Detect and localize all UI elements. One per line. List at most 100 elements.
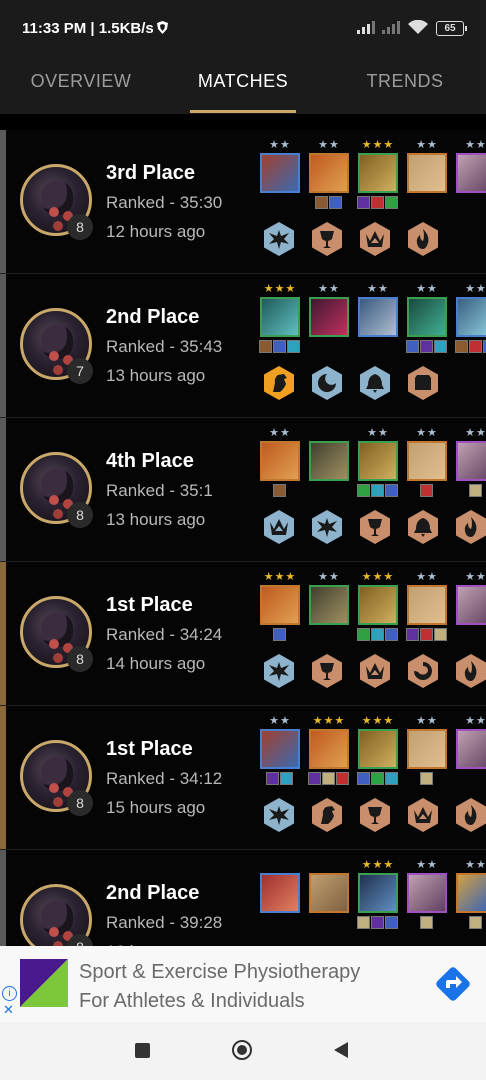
match-row[interactable]: 82nd PlaceRanked - 39:2816 hours ago★★★★… (0, 850, 486, 946)
champion-portrait[interactable] (309, 441, 349, 481)
champion-portrait[interactable] (407, 585, 447, 625)
chalice-trait-icon[interactable] (310, 222, 344, 256)
champion-portrait[interactable] (407, 153, 447, 193)
horse-trait-icon[interactable] (262, 366, 296, 400)
item-icon (385, 916, 398, 929)
unit-star-level: ★★ (416, 859, 438, 871)
match-row[interactable]: 8 3rd Place Ranked - 35:30 12 hours ago ★★ ★★… (0, 130, 486, 274)
status-bar: 11:33 PM | 1.5KB/s 65 (0, 0, 486, 48)
ad-close-icon[interactable]: ✕ (3, 1002, 14, 1018)
ad-banner[interactable]: i ✕ Sport & Exercise Physiotherapy For A… (0, 946, 486, 1022)
champion-portrait[interactable] (260, 873, 300, 913)
unit-star-level: ★★★ (361, 715, 395, 727)
horse-trait-icon[interactable] (310, 798, 344, 832)
champion-portrait[interactable] (456, 441, 486, 481)
crown-trait-icon[interactable] (358, 222, 392, 256)
wing-trait-icon[interactable] (262, 654, 296, 688)
champion-portrait[interactable] (358, 297, 398, 337)
item-icon (273, 484, 286, 497)
flame-trait-icon[interactable] (454, 510, 486, 544)
item-icon (357, 916, 370, 929)
champion-portrait[interactable] (358, 585, 398, 625)
tab-bar: OVERVIEW MATCHES TRENDS (0, 48, 486, 114)
crown-trait-icon[interactable] (358, 654, 392, 688)
level-badge: 8 (67, 790, 93, 816)
placement-bar (0, 706, 6, 849)
time-ago-text: 12 hours ago (106, 222, 206, 241)
tab-matches[interactable]: MATCHES (176, 48, 310, 114)
tab-trends[interactable]: TRENDS (338, 48, 472, 114)
unit-star-level: ★★ (465, 427, 486, 439)
bell-trait-icon[interactable] (358, 366, 392, 400)
unit-star-level: ★★ (465, 859, 486, 871)
match-row[interactable]: 7 2nd Place Ranked - 35:43 13 hours ago ★★★ ★… (0, 274, 486, 418)
unit-star-level: ★★ (318, 139, 340, 151)
item-icon (455, 340, 468, 353)
placement-bar (0, 850, 6, 946)
champion-portrait[interactable] (456, 153, 486, 193)
chalice-trait-icon[interactable] (358, 798, 392, 832)
champion-portrait[interactable] (309, 585, 349, 625)
champion-portrait[interactable] (309, 873, 349, 913)
champion-portrait[interactable] (407, 873, 447, 913)
directions-arrow-icon[interactable] (432, 963, 474, 1005)
unit-star-level: ★★ (269, 715, 291, 727)
chalice-trait-icon[interactable] (358, 510, 392, 544)
flame-trait-icon[interactable] (454, 654, 486, 688)
flame-trait-icon[interactable] (406, 222, 440, 256)
champion-portrait[interactable] (358, 873, 398, 913)
chalice-trait-icon[interactable] (310, 654, 344, 688)
champion-portrait[interactable] (260, 585, 300, 625)
match-list[interactable]: 8 3rd Place Ranked - 35:30 12 hours ago ★★ ★★… (0, 114, 486, 946)
item-icon (322, 772, 335, 785)
recents-button[interactable] (135, 1043, 150, 1058)
home-button[interactable] (232, 1040, 252, 1060)
ad-info-icon[interactable]: i (2, 986, 17, 1001)
champion-portrait[interactable] (260, 297, 300, 337)
mode-duration-text: Ranked - 39:28 (106, 913, 223, 932)
champion-portrait[interactable] (456, 729, 486, 769)
champion-portrait[interactable] (358, 729, 398, 769)
match-row[interactable]: 8 1st Place Ranked - 34:12 15 hours ago ★★ ★★… (0, 706, 486, 850)
champion-portrait[interactable] (456, 585, 486, 625)
item-icon (406, 340, 419, 353)
item-icon (357, 772, 370, 785)
placement-text: 1st Place (106, 738, 193, 760)
unit-star-level: ★★ (465, 715, 486, 727)
champion-portrait[interactable] (456, 873, 486, 913)
bell-trait-icon[interactable] (406, 510, 440, 544)
champion-portrait[interactable] (358, 153, 398, 193)
ad-text[interactable]: Sport & Exercise Physiotherapy For Athle… (79, 958, 360, 1016)
item-icon (420, 916, 433, 929)
match-row[interactable]: 8 1st Place Ranked - 34:24 14 hours ago ★★★ ★… (0, 562, 486, 706)
champion-portrait[interactable] (407, 729, 447, 769)
crown-trait-icon[interactable] (262, 510, 296, 544)
unit-star-level: ★★ (367, 283, 389, 295)
mode-duration-text: Ranked - 34:12 (106, 769, 223, 788)
item-icon (308, 772, 321, 785)
champion-portrait[interactable] (309, 153, 349, 193)
wing-trait-icon[interactable] (310, 510, 344, 544)
flame-trait-icon[interactable] (454, 798, 486, 832)
champion-portrait[interactable] (407, 441, 447, 481)
champion-portrait[interactable] (456, 297, 486, 337)
back-button[interactable] (334, 1042, 348, 1058)
vault-trait-icon[interactable] (406, 366, 440, 400)
champion-portrait[interactable] (260, 153, 300, 193)
champion-portrait[interactable] (309, 297, 349, 337)
champion-portrait[interactable] (260, 729, 300, 769)
swirl-trait-icon[interactable] (406, 654, 440, 688)
wing-trait-icon[interactable] (262, 798, 296, 832)
tab-overview[interactable]: OVERVIEW (14, 48, 148, 114)
champion-portrait[interactable] (358, 441, 398, 481)
item-icon (371, 628, 384, 641)
champion-portrait[interactable] (407, 297, 447, 337)
match-row[interactable]: 8 4th Place Ranked - 35:1 13 hours ago ★★ ★★ ★… (0, 418, 486, 562)
champion-portrait[interactable] (260, 441, 300, 481)
champion-portrait[interactable] (309, 729, 349, 769)
item-icon (259, 340, 272, 353)
wing-trait-icon[interactable] (262, 222, 296, 256)
shadow-trait-icon[interactable] (310, 366, 344, 400)
item-icon (266, 772, 279, 785)
crown-trait-icon[interactable] (406, 798, 440, 832)
